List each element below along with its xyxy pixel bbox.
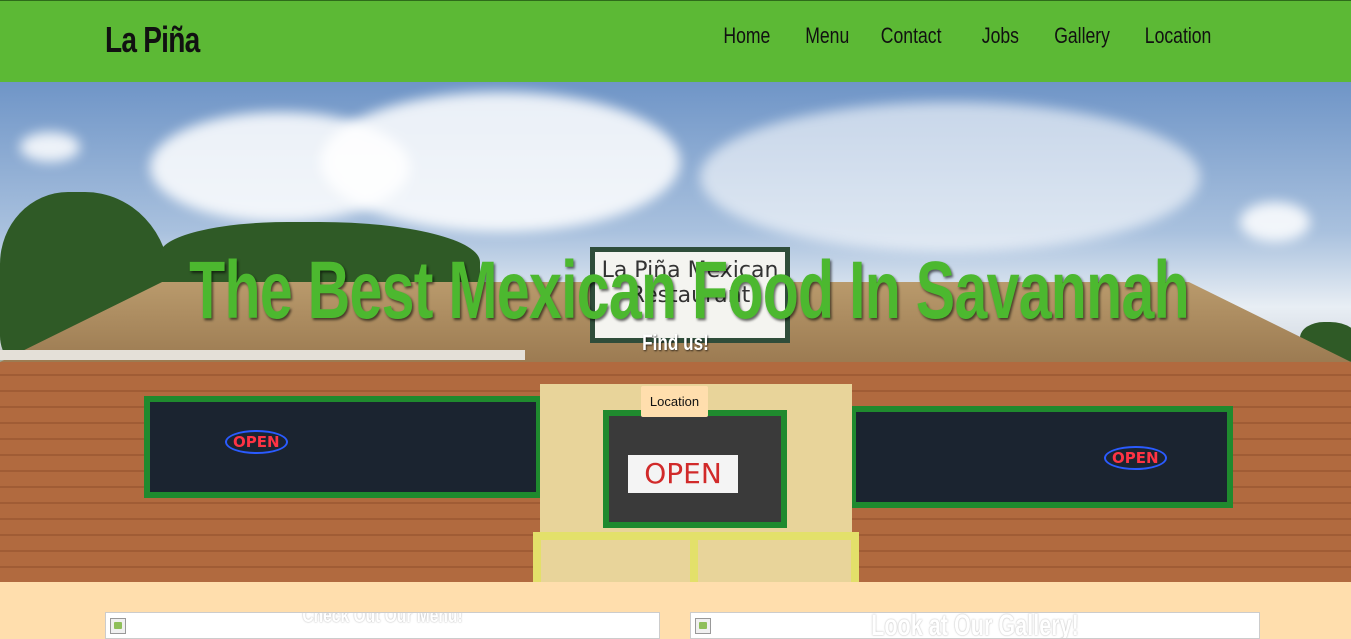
cloud <box>1240 202 1310 242</box>
door-open-sign: OPEN <box>628 455 738 493</box>
nav-contact[interactable]: Contact <box>881 23 951 49</box>
nav-gallery[interactable]: Gallery <box>1054 23 1120 49</box>
broken-image-icon <box>695 618 711 634</box>
main-nav: Home Menu Contact Jobs Gallery Location <box>716 23 1224 49</box>
nav-location[interactable]: Location <box>1145 23 1215 49</box>
railing-post <box>533 532 541 582</box>
cloud <box>20 132 80 162</box>
broken-image-icon <box>110 618 126 634</box>
menu-card[interactable]: Check Out Our Menu! <box>105 612 660 639</box>
railing-post <box>851 532 859 582</box>
location-button[interactable]: Location <box>641 386 708 417</box>
hero-section: La Piña Mexican Restaurant OPEN OPEN OPE… <box>0 82 1351 582</box>
nav-menu[interactable]: Menu <box>805 23 863 49</box>
left-window: OPEN <box>144 396 542 498</box>
hero-title: The Best Mexican Food In Savannah <box>189 245 1190 336</box>
nav-home[interactable]: Home <box>723 23 782 49</box>
nav-jobs[interactable]: Jobs <box>982 23 1028 49</box>
right-window: OPEN <box>850 406 1233 508</box>
hero-subtitle: Find us! <box>642 330 709 355</box>
neon-open-right: OPEN <box>1104 446 1167 470</box>
gallery-card[interactable]: Look at Our Gallery! <box>690 612 1260 639</box>
neon-open-left: OPEN <box>225 430 288 454</box>
cloud <box>700 102 1200 252</box>
brand-logo[interactable]: La Piña <box>105 19 200 61</box>
site-header: La Piña Home Menu Contact Jobs Gallery L… <box>0 0 1351 82</box>
railing-post <box>690 532 698 582</box>
menu-card-title: Check Out Our Menu! <box>302 612 463 627</box>
cloud <box>320 92 680 232</box>
gallery-card-title: Look at Our Gallery! <box>871 612 1079 639</box>
